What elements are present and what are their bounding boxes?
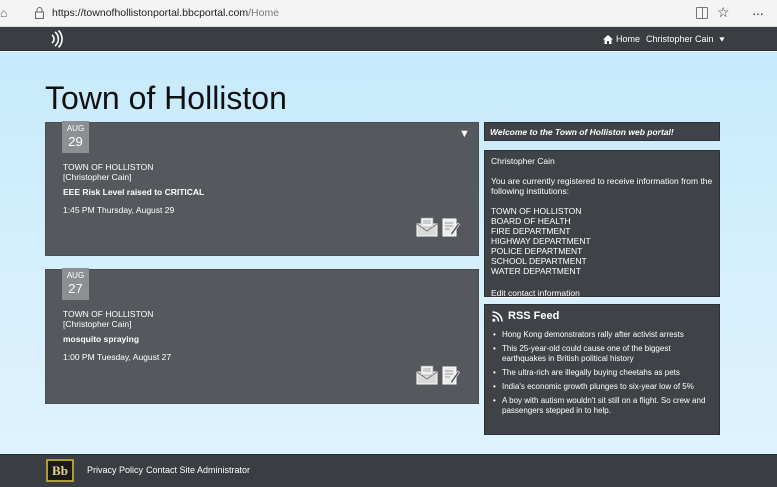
home-icon	[603, 34, 613, 44]
rss-panel: RSS Feed Hong Kong demonstrators rally a…	[484, 304, 720, 435]
list-item: SCHOOL DEPARTMENT	[491, 256, 587, 266]
nav-home-link[interactable]: Home	[603, 32, 640, 46]
date-day: 29	[68, 134, 83, 149]
favorite-star-icon[interactable]: ☆	[717, 4, 730, 20]
profile-panel: Christopher Cain You are currently regis…	[484, 150, 720, 298]
more-menu-icon[interactable]: ···	[752, 5, 764, 21]
notification-subject[interactable]: EEE Risk Level raised to CRITICAL	[63, 187, 204, 198]
rss-item[interactable]: A boy with autism wouldn't sit still on …	[491, 396, 713, 416]
document-edit-icon[interactable]	[442, 365, 460, 385]
rss-list: Hong Kong demonstrators rally after acti…	[491, 330, 713, 416]
notification-author: [Christopher Cain]	[63, 319, 132, 329]
list-item: WATER DEPARTMENT	[491, 266, 581, 276]
notification-subject[interactable]: mosquito spraying	[63, 334, 139, 345]
rss-item[interactable]: This 25-year-old could cause one of the …	[491, 344, 713, 364]
reading-view-icon[interactable]	[696, 7, 708, 19]
profile-name: Christopher Cain	[491, 156, 555, 166]
date-badge: AUG 29	[62, 121, 89, 153]
footer: Bb Privacy Policy Contact Site Administr…	[0, 454, 777, 487]
app-topbar: Home Christopher Cain ▼	[0, 27, 777, 51]
broadcast-logo-icon[interactable]	[50, 30, 64, 48]
notification-card: AUG 29 ▼ TOWN OF HOLLISTON [Christopher …	[45, 121, 479, 256]
blackboard-logo[interactable]: Bb	[46, 459, 74, 482]
nav-home-label: Home	[616, 34, 641, 44]
url-field[interactable]: https://townofhollistonportal.bbcportal.…	[52, 6, 279, 20]
welcome-banner: Welcome to the Town of Holliston web por…	[484, 122, 720, 141]
rss-item[interactable]: The ultra-rich are illegally buying chee…	[491, 368, 713, 378]
rss-item[interactable]: Hong Kong demonstrators rally after acti…	[491, 330, 713, 340]
lock-icon	[35, 7, 44, 19]
rss-header: RSS Feed	[492, 310, 713, 322]
rss-title: RSS Feed	[508, 310, 560, 322]
notification-author: [Christopher Cain]	[63, 172, 132, 182]
notification-institution: TOWN OF HOLLISTON	[63, 309, 154, 319]
url-host: https://townofhollistonportal.bbcportal.…	[52, 7, 249, 19]
browser-home-icon[interactable]: ⌂	[0, 5, 10, 21]
contact-admin-link[interactable]: Contact Site Administrator	[146, 465, 250, 475]
date-month: AUG	[66, 271, 85, 280]
notification-datetime: 1:00 PM Tuesday, August 27	[63, 352, 172, 362]
privacy-policy-link[interactable]: Privacy Policy	[87, 465, 143, 475]
list-item: BOARD OF HEALTH	[491, 216, 571, 226]
email-icon[interactable]	[416, 217, 438, 237]
list-item: FIRE DEPARTMENT	[491, 226, 571, 236]
notification-institution: TOWN OF HOLLISTON	[63, 162, 154, 172]
url-path: /Home	[248, 7, 280, 19]
list-item: TOWN OF HOLLISTON	[491, 206, 582, 216]
list-item: HIGHWAY DEPARTMENT	[491, 236, 591, 246]
registration-note: You are currently registered to receive …	[491, 176, 713, 196]
chevron-down-icon: ▼	[717, 35, 727, 43]
document-edit-icon[interactable]	[442, 217, 460, 237]
list-item: POLICE DEPARTMENT	[491, 246, 583, 256]
collapse-triangle-icon[interactable]: ▼	[459, 128, 470, 140]
date-badge: AUG 27	[62, 268, 89, 300]
browser-address-bar: ⌂ https://townofhollistonportal.bbcporta…	[0, 0, 777, 27]
page-title: Town of Holliston	[45, 80, 287, 116]
notification-card: AUG 27 TOWN OF HOLLISTON [Christopher Ca…	[45, 268, 479, 404]
date-day: 27	[68, 281, 83, 296]
date-month: AUG	[66, 124, 85, 133]
rss-icon	[492, 310, 503, 322]
main-content: Town of Holliston AUG 29 ▼ TOWN OF HOLLI…	[0, 52, 777, 454]
edit-contact-link[interactable]: Edit contact information	[491, 288, 580, 298]
email-icon[interactable]	[416, 365, 438, 385]
notification-datetime: 1:45 PM Thursday, August 29	[63, 205, 175, 215]
user-menu[interactable]: Christopher Cain ▼	[646, 32, 726, 46]
institution-list: TOWN OF HOLLISTON BOARD OF HEALTH FIRE D…	[491, 206, 713, 276]
rss-item[interactable]: India's economic growth plunges to six-y…	[491, 382, 713, 392]
user-name: Christopher Cain	[646, 34, 714, 44]
